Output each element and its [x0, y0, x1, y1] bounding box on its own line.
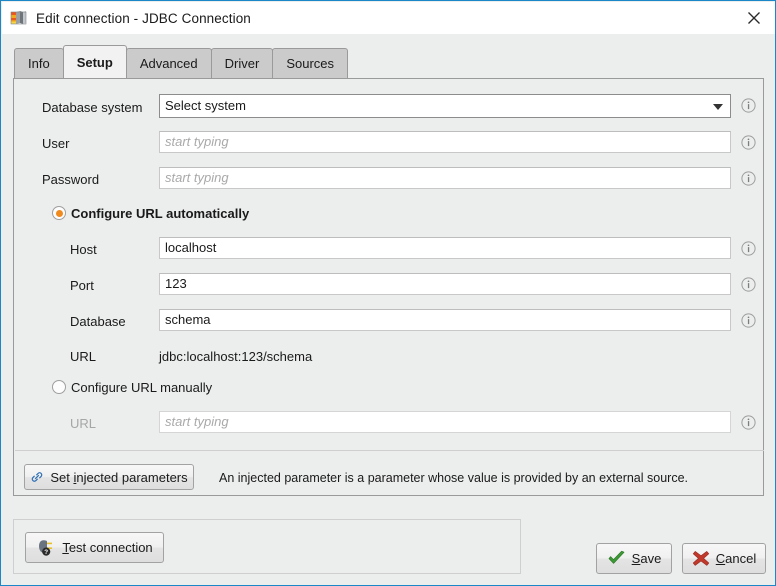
- cancel-label: Cancel: [716, 551, 756, 566]
- test-connection-button[interactable]: ? Test connection: [25, 532, 164, 563]
- host-label: Host: [70, 242, 97, 257]
- svg-text:?: ?: [45, 549, 49, 556]
- tab-info-label: Info: [28, 56, 50, 71]
- password-placeholder: start typing: [165, 170, 229, 185]
- host-value: localhost: [165, 240, 216, 255]
- link-icon: [30, 470, 44, 484]
- port-label: Port: [70, 278, 94, 293]
- connection-form: Database system Select system User start…: [14, 79, 763, 495]
- database-value: schema: [165, 312, 211, 327]
- tab-sources-label: Sources: [286, 56, 334, 71]
- cancel-button[interactable]: Cancel: [682, 543, 766, 574]
- database-label: Database: [70, 314, 126, 329]
- url-auto-label: URL: [70, 349, 96, 364]
- tab-sources[interactable]: Sources: [272, 48, 348, 78]
- database-system-select[interactable]: Select system: [159, 94, 731, 118]
- password-input[interactable]: start typing: [159, 167, 731, 189]
- password-label: Password: [42, 172, 99, 187]
- database-system-info-icon[interactable]: [741, 98, 756, 113]
- tab-driver[interactable]: Driver: [211, 48, 274, 78]
- url-manual-label: URL: [70, 416, 96, 431]
- close-icon[interactable]: [732, 2, 776, 34]
- tab-advanced-label: Advanced: [140, 56, 198, 71]
- database-info-icon[interactable]: [741, 313, 756, 328]
- database-stack-icon: [10, 9, 28, 27]
- setup-panel: Database system Select system User start…: [13, 78, 764, 496]
- save-button[interactable]: Save: [596, 543, 672, 574]
- password-info-icon[interactable]: [741, 171, 756, 186]
- tab-info[interactable]: Info: [14, 48, 64, 78]
- url-manual-info-icon[interactable]: [741, 415, 756, 430]
- plug-question-icon: ?: [36, 539, 56, 557]
- title-bar: Edit connection - JDBC Connection: [2, 2, 776, 34]
- cross-icon: [692, 550, 710, 567]
- tab-advanced[interactable]: Advanced: [126, 48, 212, 78]
- window-title: Edit connection - JDBC Connection: [36, 11, 251, 26]
- database-input[interactable]: schema: [159, 309, 731, 331]
- database-system-value: Select system: [165, 98, 246, 113]
- tab-setup[interactable]: Setup: [63, 45, 127, 78]
- chevron-down-icon: [713, 104, 723, 110]
- panel-divider: [15, 450, 764, 451]
- host-input[interactable]: localhost: [159, 237, 731, 259]
- configure-url-automatically-label[interactable]: Configure URL automatically: [71, 206, 249, 221]
- port-info-icon[interactable]: [741, 277, 756, 292]
- database-system-label: Database system: [42, 100, 142, 115]
- port-value: 123: [165, 276, 187, 291]
- tab-driver-label: Driver: [225, 56, 260, 71]
- save-label: Save: [632, 551, 662, 566]
- configure-url-automatically-radio[interactable]: [52, 206, 66, 220]
- configure-url-manually-label[interactable]: Configure URL manually: [71, 380, 212, 395]
- user-info-icon[interactable]: [741, 135, 756, 150]
- port-input[interactable]: 123: [159, 273, 731, 295]
- host-info-icon[interactable]: [741, 241, 756, 256]
- set-injected-parameters-label: Set injected parameters: [50, 470, 187, 485]
- user-label: User: [42, 136, 69, 151]
- tab-setup-label: Setup: [77, 55, 113, 70]
- injected-parameters-note: An injected parameter is a parameter who…: [219, 471, 688, 485]
- url-manual-input[interactable]: start typing: [159, 411, 731, 433]
- url-manual-placeholder: start typing: [165, 414, 229, 429]
- user-input[interactable]: start typing: [159, 131, 731, 153]
- configure-url-manually-radio[interactable]: [52, 380, 66, 394]
- url-auto-value: jdbc:localhost:123/schema: [159, 349, 312, 364]
- test-connection-box: ? Test connection: [13, 519, 521, 574]
- tab-strip: Info Setup Advanced Driver Sources: [2, 34, 776, 79]
- test-connection-label: Test connection: [62, 540, 152, 555]
- set-injected-parameters-button[interactable]: Set injected parameters: [24, 464, 194, 490]
- check-icon: [607, 550, 626, 567]
- user-placeholder: start typing: [165, 134, 229, 149]
- edit-connection-dialog: Edit connection - JDBC Connection Info S…: [0, 0, 776, 586]
